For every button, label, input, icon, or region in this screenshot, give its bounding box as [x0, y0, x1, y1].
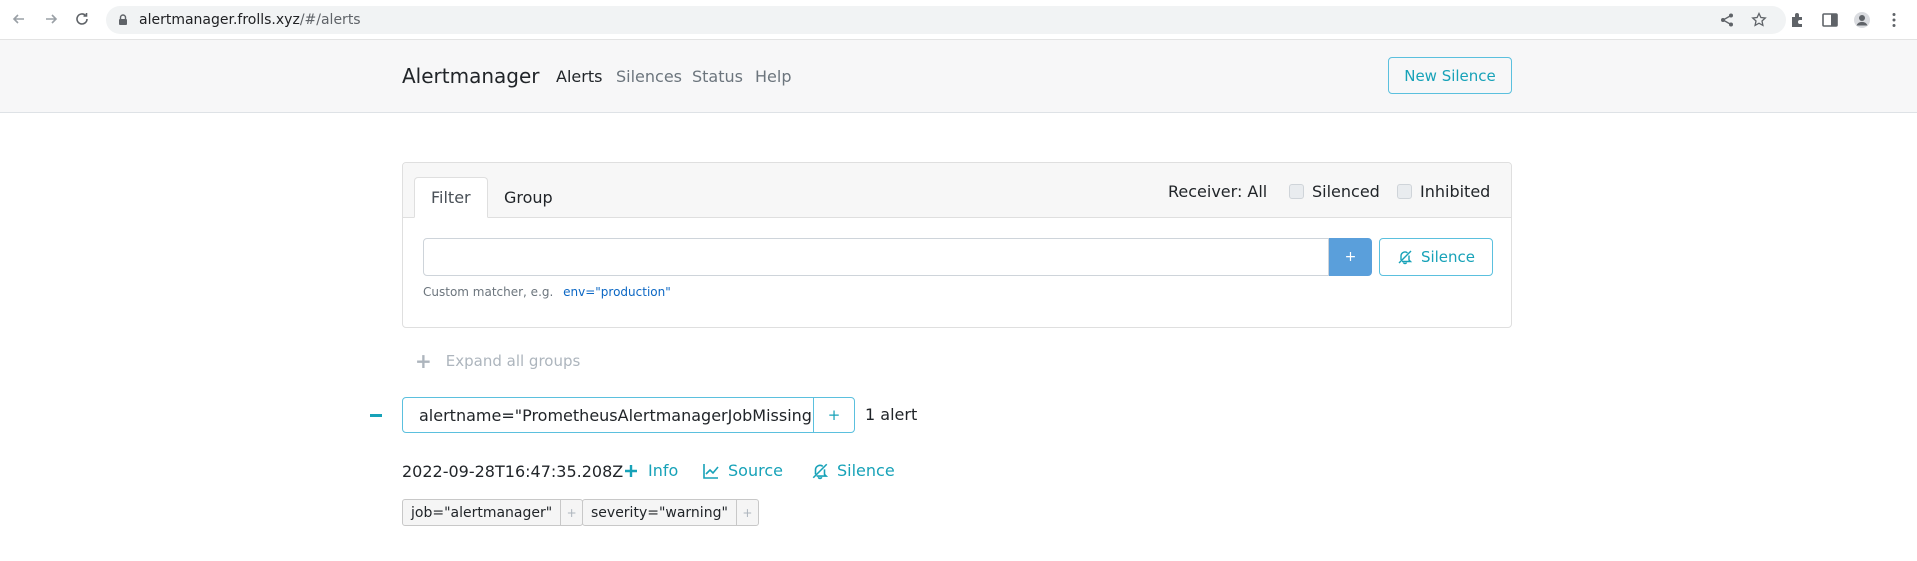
matcher-hint: Custom matcher, e.g. env="production" — [423, 285, 671, 299]
alert-label-job: job="alertmanager" + — [402, 499, 584, 526]
browser-toolbar: alertmanager.frolls.xyz/#/alerts — [0, 0, 1917, 40]
inhibited-checkbox-label: Inhibited — [1420, 182, 1491, 201]
extensions-icon[interactable] — [1789, 11, 1807, 29]
line-chart-icon — [703, 463, 719, 479]
plus-icon: + — [415, 349, 432, 373]
filter-input[interactable] — [423, 238, 1329, 276]
alert-silence-label: Silence — [837, 461, 895, 480]
silenced-checkbox[interactable]: Silenced — [1289, 182, 1380, 201]
silenced-checkbox-box[interactable] — [1289, 184, 1304, 199]
lock-icon — [119, 14, 127, 25]
alert-label-text[interactable]: job="alertmanager" — [403, 500, 560, 525]
star-icon[interactable] — [1751, 12, 1767, 28]
url-path: /#/alerts — [299, 12, 361, 28]
app-navbar: Alertmanager Alerts Silences Status Help… — [0, 40, 1917, 113]
menu-icon[interactable] — [1885, 11, 1903, 29]
alert-source-label: Source — [728, 461, 783, 480]
forward-icon[interactable] — [40, 8, 62, 30]
url-text: alertmanager.frolls.xyz/#/alerts — [139, 12, 361, 28]
alert-label-add-button[interactable]: + — [560, 500, 582, 525]
expand-all-groups-button[interactable]: + Expand all groups — [415, 351, 580, 371]
new-silence-button[interactable]: New Silence — [1388, 57, 1512, 94]
inhibited-checkbox-box[interactable] — [1397, 184, 1412, 199]
alert-group-add-filter-button[interactable]: + — [813, 397, 855, 433]
matcher-hint-example[interactable]: env="production" — [563, 285, 671, 299]
silenced-checkbox-label: Silenced — [1312, 182, 1380, 201]
bell-slash-icon — [1398, 250, 1413, 265]
reload-icon[interactable] — [71, 8, 93, 30]
address-bar[interactable]: alertmanager.frolls.xyz/#/alerts — [106, 6, 1786, 34]
filter-card: Filter Group Receiver: All Silenced Inhi… — [402, 162, 1512, 328]
silence-filter-label: Silence — [1420, 248, 1476, 266]
minus-icon — [370, 413, 382, 417]
alert-label-add-button[interactable]: + — [735, 500, 758, 525]
nav-link-silences[interactable]: Silences — [616, 67, 682, 86]
filter-card-header: Filter Group Receiver: All Silenced Inhi… — [403, 163, 1511, 218]
alert-info-label: Info — [648, 461, 679, 480]
alert-group-label[interactable]: alertname="PrometheusAlertmanagerJobMiss… — [402, 397, 819, 433]
alert-timestamp: 2022-09-28T16:47:35.208Z — [402, 462, 624, 481]
tab-group[interactable]: Group — [488, 177, 569, 218]
alert-count: 1 alert — [865, 405, 918, 424]
alert-label-severity: severity="warning" + — [582, 499, 759, 526]
nav-link-status[interactable]: Status — [692, 67, 743, 86]
share-icon[interactable] — [1719, 12, 1735, 28]
alert-source-button[interactable]: Source — [702, 461, 783, 480]
collapse-group-button[interactable] — [368, 404, 384, 426]
nav-link-alerts[interactable]: Alerts — [556, 67, 602, 86]
receiver-dropdown[interactable]: Receiver: All — [1168, 182, 1267, 201]
brand-logo[interactable]: Alertmanager — [402, 64, 540, 88]
inhibited-checkbox[interactable]: Inhibited — [1397, 182, 1490, 201]
back-icon[interactable] — [8, 8, 30, 30]
nav-link-help[interactable]: Help — [755, 67, 791, 86]
expand-all-groups-label: Expand all groups — [445, 352, 581, 370]
add-matcher-button[interactable]: + — [1329, 238, 1372, 276]
url-host: alertmanager.frolls.xyz — [139, 12, 300, 28]
tab-filter[interactable]: Filter — [414, 177, 488, 218]
alert-silence-button[interactable]: Silence — [811, 461, 895, 480]
bell-slash-icon — [812, 463, 829, 479]
alert-info-button[interactable]: Info — [622, 461, 678, 480]
alert-label-text[interactable]: severity="warning" — [583, 500, 736, 525]
plus-icon — [625, 464, 637, 477]
matcher-hint-text: Custom matcher, e.g. — [423, 285, 554, 299]
profile-icon[interactable] — [1853, 11, 1871, 29]
side-panel-icon[interactable] — [1821, 11, 1839, 29]
silence-filter-button[interactable]: Silence — [1379, 238, 1493, 276]
